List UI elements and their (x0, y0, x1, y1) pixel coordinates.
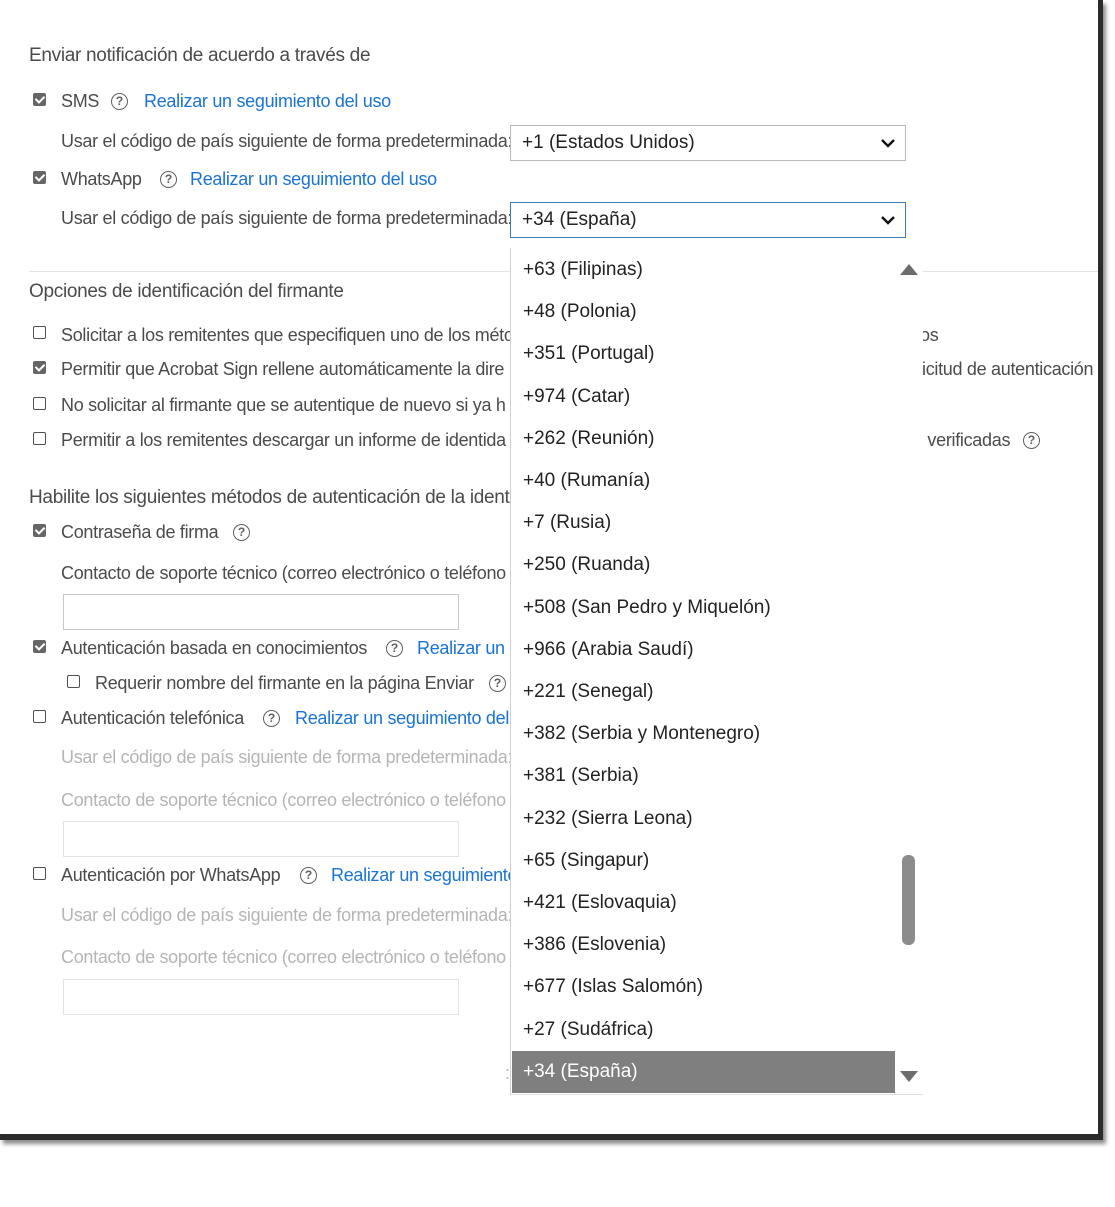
dropdown-option[interactable]: +421 (Eslovaquia) (512, 882, 895, 924)
dropdown-option[interactable]: +262 (Reunión) (512, 418, 895, 460)
whatsapp-usage-link[interactable]: Realizar un seguimiento del uso (190, 169, 437, 190)
phone-support-input (63, 821, 459, 857)
dropdown-option[interactable]: +63 (Filipinas) (512, 249, 895, 291)
require-name-checkbox[interactable] (67, 675, 80, 688)
dropdown-option[interactable]: +34 (España) (512, 1050, 895, 1093)
settings-panel: Enviar notificación de acuerdo a través … (0, 0, 1103, 1140)
dropdown-option[interactable]: +65 (Singapur) (512, 840, 895, 882)
sms-country-value: +1 (Estados Unidos) (522, 132, 695, 153)
identity-option-checkbox[interactable] (33, 432, 46, 445)
sms-checkbox[interactable] (33, 93, 46, 106)
chevron-down-icon (881, 216, 895, 225)
identity-option-text: No solicitar al firmante que se autentiq… (61, 395, 506, 415)
phone-support-label: Contacto de soporte técnico (correo elec… (61, 790, 506, 810)
whatsapp-code-label: Usar el código de país siguiente de form… (61, 208, 513, 228)
kba-checkbox[interactable] (33, 640, 46, 653)
identity-option-text: Permitir que Acrobat Sign rellene automá… (61, 359, 505, 379)
sms-code-label: Usar el código de país siguiente de form… (61, 131, 513, 151)
dropdown-option[interactable]: +508 (San Pedro y Miquelón) (512, 587, 895, 629)
chevron-down-icon (881, 139, 895, 148)
sms-usage-link[interactable]: Realizar un seguimiento del uso (144, 91, 391, 112)
dropdown-option[interactable]: +386 (Eslovenia) (512, 924, 895, 966)
help-icon[interactable]: ? (1023, 432, 1040, 449)
support-contact-label: Contacto de soporte técnico (correo elec… (61, 563, 506, 583)
whatsapp-label: WhatsApp (61, 169, 142, 189)
dropdown-option[interactable]: +40 (Rumanía) (512, 460, 895, 502)
country-code-dropdown-list[interactable]: +63 (Filipinas) +48 (Polonia) +351 (Portug… (510, 248, 923, 1095)
require-name-label: Requerir nombre del firmante en la págin… (95, 673, 474, 693)
password-label: Contraseña de firma (61, 522, 219, 542)
dropdown-option[interactable]: +974 (Catar) (512, 376, 895, 418)
stray-colon: : (505, 1063, 510, 1083)
phone-auth-label: Autenticación telefónica (61, 708, 244, 728)
kba-usage-link[interactable]: Realizar un s (417, 638, 518, 659)
whatsapp-auth-checkbox[interactable] (33, 867, 46, 880)
dropdown-option[interactable]: +221 (Senegal) (512, 671, 895, 713)
whatsapp-auth-usage-link[interactable]: Realizar un seguimiento (331, 865, 518, 886)
help-icon[interactable]: ? (111, 93, 128, 110)
help-icon[interactable]: ? (386, 640, 403, 657)
identity-option-checkbox[interactable] (33, 397, 46, 410)
whatsapp-country-select[interactable]: +34 (España) (510, 202, 906, 238)
identity-heading: Opciones de identificación del firmante (29, 281, 344, 302)
identity-option-text: Solicitar a los remitentes que especifiq… (61, 325, 514, 345)
dropdown-option[interactable]: +7 (Rusia) (512, 502, 895, 544)
phone-auth-checkbox[interactable] (33, 710, 46, 723)
help-icon[interactable]: ? (160, 171, 177, 188)
phone-usage-link[interactable]: Realizar un seguimiento del (295, 708, 509, 729)
help-icon[interactable]: ? (233, 524, 250, 541)
kba-label: Autenticación basada en conocimientos (61, 638, 368, 658)
identity-option-text: Permitir a los remitentes descargar un i… (61, 430, 506, 450)
dropdown-option[interactable]: +48 (Polonia) (512, 291, 895, 333)
sms-label: SMS (61, 91, 100, 111)
whatsapp-auth-support-input (63, 979, 459, 1015)
identity-option-text-tail: ; verificadas (918, 430, 1011, 450)
dropdown-option[interactable]: +232 (Sierra Leona) (512, 798, 895, 840)
dropdown-option[interactable]: +966 (Arabia Saudí) (512, 629, 895, 671)
help-icon[interactable]: ? (489, 675, 506, 692)
scrollbar-thumb[interactable] (902, 855, 915, 945)
identity-option-checkbox[interactable] (33, 361, 46, 374)
whatsapp-auth-label: Autenticación por WhatsApp (61, 865, 281, 885)
dropdown-option[interactable]: +351 (Portugal) (512, 333, 895, 375)
identity-option-text-tail: icitud de autenticación (922, 359, 1094, 379)
methods-heading: Habilite los siguientes métodos de auten… (29, 487, 514, 508)
dropdown-option[interactable]: +250 (Ruanda) (512, 544, 895, 586)
password-checkbox[interactable] (33, 524, 46, 537)
notify-heading: Enviar notificación de acuerdo a través … (29, 45, 371, 66)
sms-country-select[interactable]: +1 (Estados Unidos) (510, 125, 906, 161)
scroll-up-arrow-icon[interactable] (900, 264, 918, 275)
whatsapp-auth-support-label: Contacto de soporte técnico (correo elec… (61, 947, 506, 967)
dropdown-option[interactable]: +27 (Sudáfrica) (512, 1009, 895, 1051)
identity-option-checkbox[interactable] (33, 326, 46, 339)
whatsapp-auth-code-label: Usar el código de país siguiente de form… (61, 905, 513, 925)
support-contact-input[interactable] (63, 594, 459, 630)
dropdown-option[interactable]: +381 (Serbia) (512, 755, 895, 797)
dropdown-scrollbar[interactable] (895, 248, 922, 1094)
dropdown-option[interactable]: +382 (Serbia y Montenegro) (512, 713, 895, 755)
scroll-down-arrow-icon[interactable] (900, 1071, 918, 1082)
help-icon[interactable]: ? (263, 710, 280, 727)
whatsapp-country-value: +34 (España) (522, 209, 637, 230)
dropdown-option[interactable]: +677 (Islas Salomón) (512, 966, 895, 1008)
phone-code-label: Usar el código de país siguiente de form… (61, 747, 513, 767)
help-icon[interactable]: ? (300, 867, 317, 884)
whatsapp-checkbox[interactable] (33, 171, 46, 184)
